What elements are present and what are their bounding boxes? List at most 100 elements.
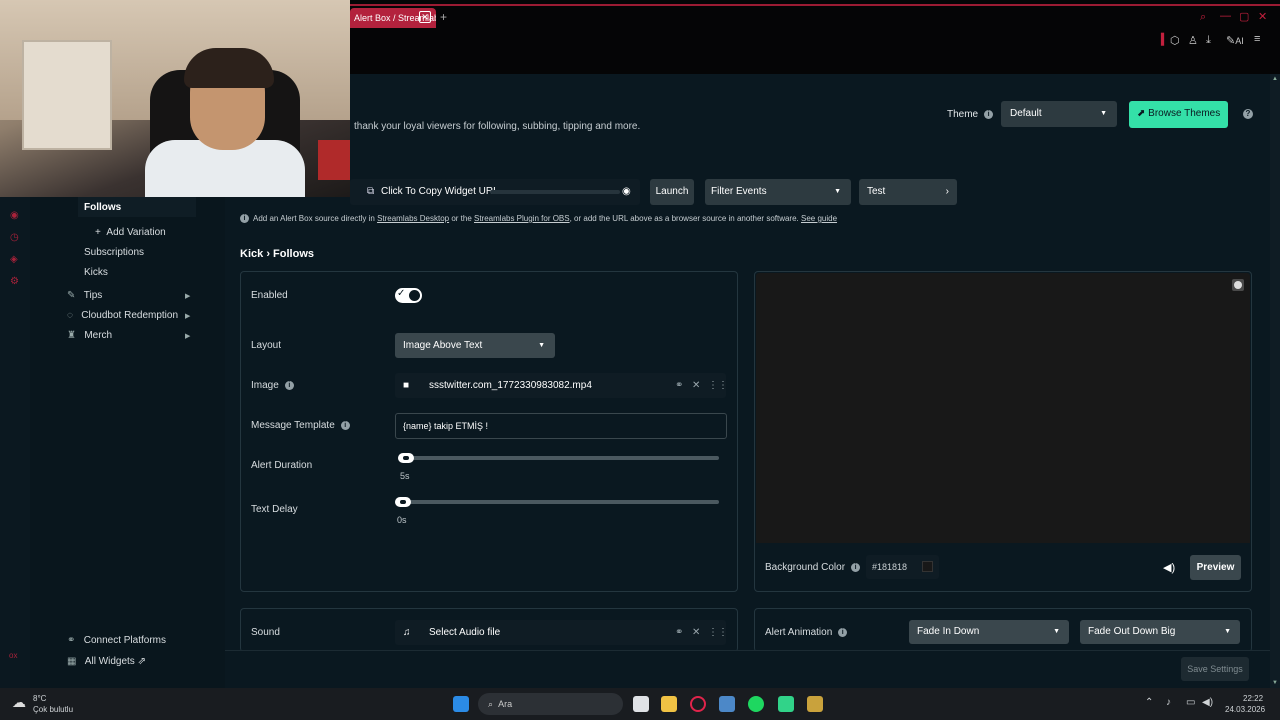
steam-like-icon[interactable] — [719, 696, 735, 712]
theme-select[interactable]: Default ▼ — [1001, 101, 1117, 127]
spotify-icon[interactable] — [748, 696, 764, 712]
color-swatch[interactable] — [922, 561, 933, 572]
plus-icon: + — [95, 227, 101, 238]
new-tab-icon[interactable]: + — [440, 10, 447, 24]
volume-icon[interactable]: ◀) — [1163, 561, 1175, 574]
webcam-hair — [184, 48, 274, 88]
text-delay-knob[interactable] — [395, 497, 411, 507]
enabled-toggle[interactable]: ✓ — [395, 288, 422, 303]
background-color-input[interactable]: #181818 — [866, 555, 939, 579]
message-template-label: Message Template i — [251, 420, 350, 431]
obs-plugin-link[interactable]: Streamlabs Plugin for OBS — [474, 214, 570, 223]
rail-clock-icon[interactable]: ◷ — [10, 232, 19, 243]
league-icon[interactable] — [807, 696, 823, 712]
sidebar-item-cloudbot[interactable]: ◌ Cloudbot Redemption — [67, 310, 178, 321]
see-guide-link[interactable]: See guide — [801, 214, 837, 223]
search-icon: ⌕ — [488, 699, 494, 709]
speaker-icon[interactable]: ◀) — [1202, 697, 1213, 708]
sound-file-field[interactable]: ♫ Select Audio file ⚭ ✕ ⋮⋮ — [395, 620, 728, 645]
alert-animation-label: Alert Animation i — [765, 627, 848, 638]
sidebar-item-connect-platforms[interactable]: ⚭ Connect Platforms — [67, 635, 166, 646]
sidebar — [0, 197, 225, 688]
widget-url-field[interactable]: ⧉ Click To Copy Widget URL ◉ — [350, 179, 640, 205]
animation-in-select[interactable]: Fade In Down ▼ — [909, 620, 1069, 644]
browse-themes-label: Browse Themes — [1148, 108, 1221, 119]
chevron-right-icon: › — [945, 186, 949, 197]
streamlabs-desktop-link[interactable]: Streamlabs Desktop — [377, 214, 449, 223]
rail-dashboard-icon[interactable]: ◉ — [10, 210, 19, 221]
maximize-icon[interactable]: ▢ — [1239, 10, 1249, 23]
rail-flame-icon[interactable]: ◈ — [10, 254, 18, 265]
info-icon[interactable]: i — [851, 562, 861, 572]
info-icon[interactable]: i — [838, 627, 848, 637]
breadcrumb-section: Follows — [273, 248, 314, 260]
sidebar-item-add-variation[interactable]: + Add Variation — [95, 227, 166, 238]
browse-themes-button[interactable]: ⬈ Browse Themes — [1129, 101, 1228, 128]
message-template-input[interactable]: {name} takip ETMİŞ ! — [395, 413, 727, 439]
link-icon[interactable]: ⚭ — [675, 373, 683, 398]
animation-out-select[interactable]: Fade Out Down Big ▼ — [1080, 620, 1240, 644]
sidebar-item-merch[interactable]: ♜ Merch — [67, 330, 112, 341]
layout-select[interactable]: Image Above Text ▼ — [395, 333, 555, 358]
taskbar-search[interactable]: ⌕ Ara — [478, 693, 623, 715]
windows-start-icon[interactable] — [453, 696, 469, 712]
streamlabs-icon[interactable] — [778, 696, 794, 712]
tray-chevron-icon[interactable]: ⌃ — [1145, 697, 1153, 708]
alert-duration-slider[interactable] — [398, 456, 719, 460]
clear-icon[interactable]: ✕ — [692, 373, 700, 398]
microphone-icon[interactable]: ♪ — [1166, 697, 1171, 708]
user-icon[interactable]: ♙ — [1188, 34, 1198, 47]
text-delay-slider[interactable] — [395, 500, 719, 504]
test-button[interactable]: Test › — [859, 179, 957, 205]
minimize-icon[interactable]: — — [1220, 10, 1231, 22]
image-label: Image i — [251, 380, 294, 391]
info-icon[interactable]: i — [284, 380, 294, 390]
grid-icon[interactable]: ⋮⋮ — [708, 373, 728, 398]
search-icon[interactable]: ⌕ — [1200, 11, 1206, 24]
launch-button[interactable]: Launch — [650, 179, 694, 205]
sidebar-item-subscriptions[interactable]: Subscriptions — [84, 247, 144, 258]
close-window-icon[interactable]: ✕ — [1258, 10, 1267, 23]
alert-duration-value: 5s — [400, 471, 410, 481]
rail-settings-icon[interactable]: ⚙ — [10, 276, 19, 287]
save-settings-button[interactable]: Save Settings — [1181, 657, 1249, 681]
link-icon[interactable]: ⚭ — [675, 620, 683, 645]
alert-duration-label: Alert Duration — [251, 460, 313, 471]
eye-icon[interactable]: ◉ — [622, 179, 631, 205]
help-icon[interactable]: ? — [1243, 109, 1253, 119]
opera-gx-icon[interactable] — [690, 696, 706, 712]
add-variation-label: Add Variation — [106, 227, 166, 238]
tab-close-icon[interactable]: ✕ — [419, 11, 431, 23]
download-icon[interactable]: ⤓ — [1206, 34, 1211, 47]
filter-events-select[interactable]: Filter Events ▼ — [705, 179, 851, 205]
menu-icon[interactable]: ≡ — [1254, 33, 1260, 45]
grid-icon[interactable]: ⋮⋮ — [708, 620, 728, 645]
webcam-overlay — [0, 0, 350, 197]
preview-button[interactable]: Preview — [1190, 555, 1241, 580]
sound-file-name: Select Audio file — [429, 627, 501, 638]
network-icon[interactable]: ▭ — [1186, 697, 1195, 708]
extensions-icon[interactable]: ⬡ — [1170, 34, 1180, 47]
alert-duration-knob[interactable] — [398, 453, 414, 463]
weather-icon[interactable]: ☁ — [12, 694, 26, 711]
palette-icon: ⬈ — [1137, 108, 1146, 119]
sidebar-item-follows[interactable]: Follows — [84, 202, 121, 213]
sidebar-item-tips[interactable]: ✎ Tips — [67, 290, 102, 301]
scrollbar[interactable]: ▲ ▼ — [1270, 74, 1280, 688]
file-explorer-icon[interactable] — [661, 696, 677, 712]
preview-info-icon[interactable] — [1232, 279, 1244, 291]
all-widgets-label: All Widgets — [84, 656, 135, 667]
sidebar-item-all-widgets[interactable]: ▦ All Widgets ⇗ — [67, 656, 146, 667]
task-view-icon[interactable] — [633, 696, 649, 712]
external-link-icon: ⇗ — [137, 656, 146, 667]
sidebar-item-kicks[interactable]: Kicks — [84, 267, 108, 278]
ai-icon[interactable]: ✎AI — [1226, 34, 1244, 47]
anim-out-value: Fade Out Down Big — [1088, 626, 1176, 637]
clear-icon[interactable]: ✕ — [692, 620, 700, 645]
info-icon: i — [240, 214, 249, 224]
image-file-field[interactable]: ■ ssstwitter.com_1772330983082.mp4 ⚭ ✕ ⋮… — [395, 373, 728, 398]
breadcrumb-platform[interactable]: Kick — [240, 248, 263, 260]
info-icon[interactable]: i — [984, 109, 994, 119]
info-icon[interactable]: i — [340, 420, 350, 430]
tips-icon: ✎ — [67, 290, 76, 301]
